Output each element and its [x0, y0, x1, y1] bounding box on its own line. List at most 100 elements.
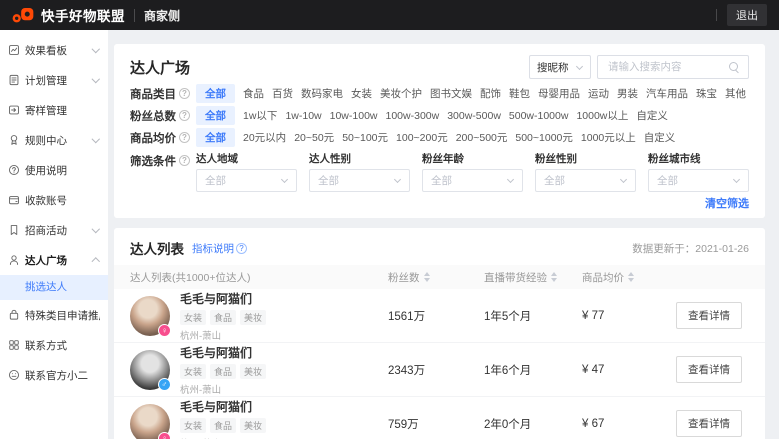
- dropdown-select[interactable]: 全部: [648, 169, 749, 192]
- sidebar-item-label: 效果看板: [25, 43, 87, 58]
- filter-option[interactable]: 食品: [243, 84, 264, 103]
- sort-icon[interactable]: [551, 272, 557, 282]
- search-type-value: 搜昵称: [537, 60, 569, 75]
- sidebar-item[interactable]: 收款账号: [0, 185, 108, 215]
- filter-option[interactable]: 20元以内: [243, 128, 286, 147]
- filter-option[interactable]: 1w以下: [243, 106, 277, 125]
- dropdown-select[interactable]: 全部: [309, 169, 410, 192]
- sidebar-item[interactable]: 联系官方小二: [0, 360, 108, 390]
- data-updated-label: 数据更新于：2021-01-26: [632, 241, 749, 256]
- filter-options: 全部 20元以内 20~50元 50~100元 100~200元: [196, 128, 749, 147]
- chevron-icon: [92, 136, 100, 144]
- sidebar-item[interactable]: 联系方式: [0, 330, 108, 360]
- gender-symbol: ♀: [162, 434, 168, 439]
- filter-option[interactable]: 自定义: [636, 106, 668, 125]
- filter-option[interactable]: 200~500元: [456, 128, 508, 147]
- view-details-button[interactable]: 查看详情: [676, 302, 742, 329]
- filter-option[interactable]: 数码家电: [301, 84, 343, 103]
- dropdown-group: 达人性别 全部: [309, 151, 410, 192]
- dropdown-label: 粉丝性别: [535, 151, 636, 166]
- view-details-button[interactable]: 查看详情: [676, 410, 742, 437]
- sidebar-subitem[interactable]: 挑选达人: [0, 275, 108, 300]
- filter-option[interactable]: 珠宝: [696, 84, 717, 103]
- filter-option[interactable]: 配饰: [480, 84, 501, 103]
- filter-option[interactable]: 美妆个护: [380, 84, 422, 103]
- filter-option[interactable]: 1w-10w: [285, 108, 321, 124]
- sidebar-item[interactable]: 特殊类目申请推广: [0, 300, 108, 330]
- sidebar-item[interactable]: 效果看板: [0, 35, 108, 65]
- portal-label: 商家侧: [144, 7, 180, 24]
- filter-option[interactable]: 500~1000元: [515, 128, 573, 147]
- filter-option[interactable]: 图书文娱: [430, 84, 472, 103]
- search-icon: [729, 62, 740, 73]
- sort-icon[interactable]: [424, 272, 430, 282]
- gender-symbol: ♀: [162, 326, 168, 335]
- influencer-name: 毛毛与阿猫们: [180, 344, 266, 361]
- filter-option[interactable]: 1000元以上: [581, 128, 636, 147]
- filter-option[interactable]: 其他: [725, 84, 746, 103]
- search-input-wrap: [597, 55, 749, 79]
- column-header[interactable]: 粉丝数: [388, 270, 484, 285]
- filter-row: 商品均价 全部 20元以内 20~50元: [130, 128, 749, 147]
- logout-button[interactable]: 退出: [727, 4, 767, 26]
- view-details-button[interactable]: 查看详情: [676, 356, 742, 383]
- fans-count: 759万: [388, 416, 484, 432]
- sort-icon[interactable]: [628, 272, 634, 282]
- filter-option[interactable]: 1000w以上: [576, 106, 628, 125]
- sidebar-item[interactable]: 计划管理: [0, 65, 108, 95]
- table-row: ♀ 毛毛与阿猫们 女装食品美妆 杭州-萧山 759万: [114, 397, 765, 439]
- sidebar-item-label: 规则中心: [25, 133, 87, 148]
- filter-option[interactable]: 运动: [588, 84, 609, 103]
- filter-option[interactable]: 鞋包: [509, 84, 530, 103]
- filter-label: 筛选条件: [130, 153, 176, 169]
- filter-option[interactable]: 50~100元: [342, 128, 388, 147]
- chevron-down-icon: [620, 177, 627, 184]
- filter-option[interactable]: 300w-500w: [447, 108, 501, 124]
- dropdown-select[interactable]: 全部: [196, 169, 297, 192]
- filter-option[interactable]: 10w-100w: [330, 108, 378, 124]
- chevron-down-icon: [281, 177, 288, 184]
- filter-options: 全部 食品 百货 数码家电 女装 美妆个护: [196, 84, 749, 103]
- sidebar-group: 特殊类目申请推广: [0, 300, 108, 330]
- filter-options: 全部 1w以下 1w-10w 10w-100w 100w-300w: [196, 106, 749, 125]
- sidebar-item[interactable]: 达人广场: [0, 245, 108, 275]
- column-header[interactable]: 直播带货经验: [484, 270, 582, 285]
- app-title: 快手好物联盟: [41, 5, 125, 25]
- dropdown-select[interactable]: 全部: [422, 169, 523, 192]
- divider: [134, 9, 135, 22]
- filter-option[interactable]: 100w-300w: [386, 108, 440, 124]
- column-header[interactable]: 商品均价: [582, 270, 676, 285]
- list-count-label: 达人列表(共1000+位达人): [130, 270, 388, 285]
- metrics-guide-link[interactable]: 指标说明: [192, 241, 247, 256]
- clear-filters-link[interactable]: 清空筛选: [705, 195, 749, 211]
- filter-option[interactable]: 500w-1000w: [509, 108, 569, 124]
- filter-option[interactable]: 全部: [196, 128, 235, 147]
- sidebar-item[interactable]: 规则中心: [0, 125, 108, 155]
- filter-option[interactable]: 20~50元: [294, 128, 334, 147]
- gender-badge: ♀: [158, 432, 171, 439]
- filter-option[interactable]: 汽车用品: [646, 84, 688, 103]
- sidebar-item[interactable]: 招商活动: [0, 215, 108, 245]
- gender-badge: ♀: [158, 324, 171, 337]
- filter-option[interactable]: 全部: [196, 106, 235, 125]
- filter-option[interactable]: 百货: [272, 84, 293, 103]
- gender-symbol: ♂: [162, 380, 168, 389]
- dropdown-value: 全部: [318, 173, 339, 188]
- chevron-icon: [92, 46, 100, 54]
- sidebar-item-label: 寄样管理: [25, 103, 100, 118]
- search-input[interactable]: [606, 60, 729, 74]
- sidebar: 效果看板 计划管理 寄样管理: [0, 30, 108, 439]
- dropdown-select[interactable]: 全部: [535, 169, 636, 192]
- filter-option[interactable]: 男装: [617, 84, 638, 103]
- filter-option[interactable]: 自定义: [644, 128, 676, 147]
- filter-option[interactable]: 100~200元: [396, 128, 448, 147]
- dropdown-label: 达人性别: [309, 151, 410, 166]
- sidebar-item[interactable]: 使用说明: [0, 155, 108, 185]
- filter-option[interactable]: 女装: [351, 84, 372, 103]
- filter-option[interactable]: 母婴用品: [538, 84, 580, 103]
- filter-option[interactable]: 全部: [196, 84, 235, 103]
- bag-icon: [8, 309, 20, 321]
- help-icon: [179, 110, 190, 121]
- search-type-select[interactable]: 搜昵称: [529, 55, 591, 79]
- sidebar-item[interactable]: 寄样管理: [0, 95, 108, 125]
